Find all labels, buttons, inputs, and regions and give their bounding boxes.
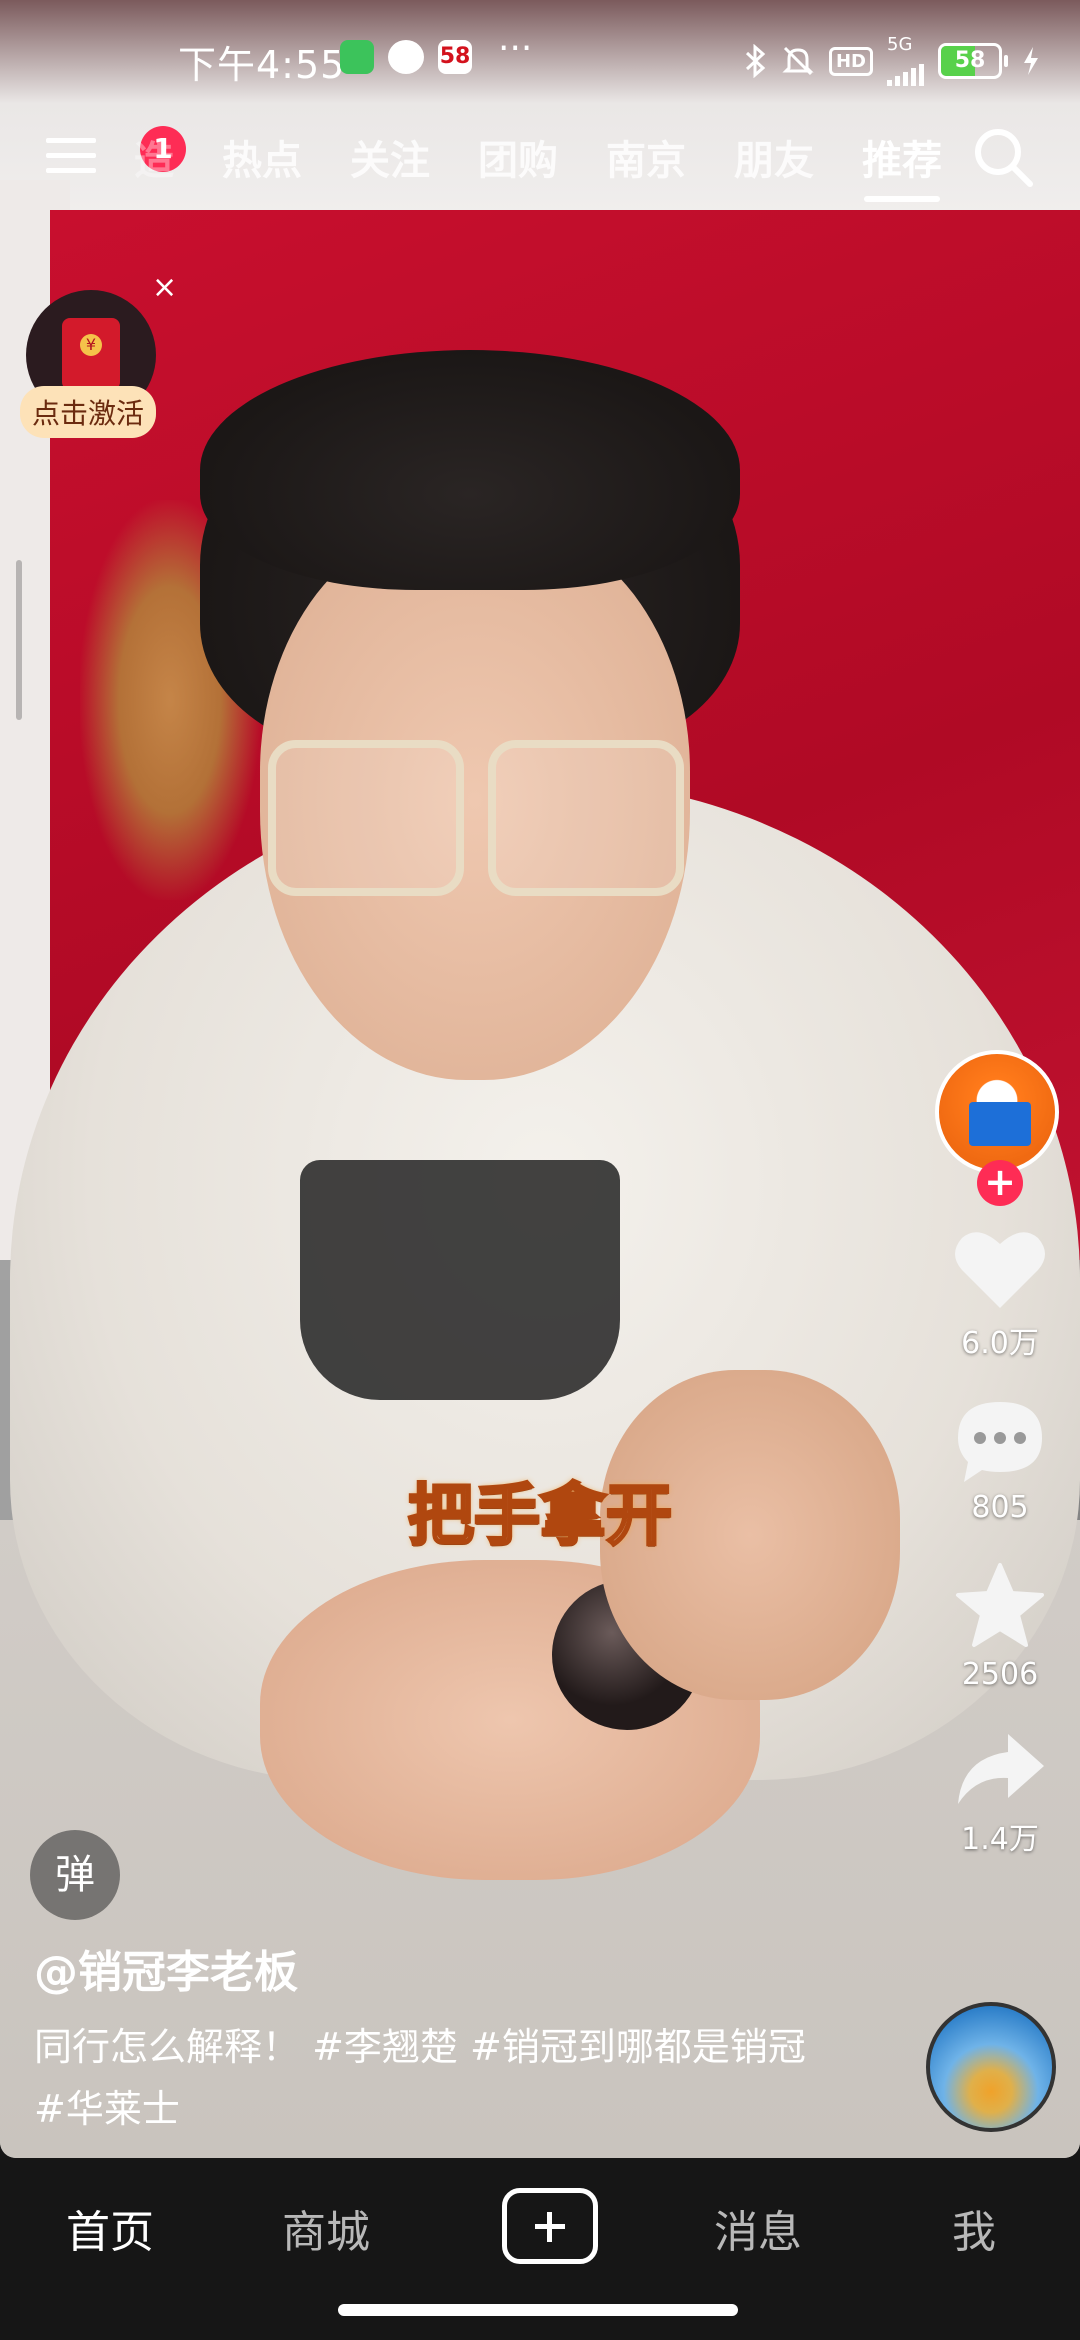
- comment-icon: [958, 1402, 1042, 1482]
- top-nav: 1 造 热点 关注 团购 南京 朋友 推荐: [0, 110, 1080, 220]
- search-icon[interactable]: [970, 124, 1036, 190]
- battery-percent: 58: [954, 48, 986, 73]
- feed-tabs: 造 热点 关注 团购 南京 朋友 推荐: [130, 120, 946, 202]
- share-button[interactable]: 1.4万: [930, 1728, 1070, 1858]
- star-icon: [956, 1563, 1044, 1647]
- mute-bell-icon: [782, 46, 814, 76]
- hd-voice-icon: HD: [828, 46, 873, 76]
- favorite-count: 2506: [961, 1657, 1039, 1692]
- music-disc-icon[interactable]: [926, 2002, 1056, 2132]
- favorite-button[interactable]: 2506: [930, 1561, 1070, 1692]
- like-count: 6.0万: [961, 1326, 1039, 1361]
- video-description[interactable]: 同行怎么解释！ #李翘楚 #销冠到哪都是销冠 #华莱士: [34, 2016, 824, 2140]
- status-time: 下午4:55: [178, 43, 346, 87]
- red-envelope-icon: [62, 318, 120, 390]
- author-avatar-group[interactable]: +: [935, 1050, 1065, 1206]
- red-packet-activate-label[interactable]: 点击激活: [20, 386, 157, 438]
- status-bar: 下午4:55 58 ··· HD 5G 58: [0, 0, 1080, 120]
- heart-icon: [955, 1232, 1045, 1308]
- like-button[interactable]: 6.0万: [930, 1226, 1070, 1362]
- danmu-toggle-button[interactable]: 弹: [30, 1830, 120, 1920]
- status-right-icons: HD 5G 58: [745, 36, 1040, 86]
- video-shirt-graphic: [300, 1160, 620, 1400]
- tab-messages[interactable]: 消息: [714, 2196, 802, 2260]
- close-icon[interactable]: ×: [152, 270, 177, 305]
- avatar-book-graphic: [969, 1102, 1031, 1146]
- create-post-button[interactable]: [502, 2188, 598, 2264]
- video-subtitle: 把手拿开: [407, 1476, 674, 1556]
- 58-app-icon: 58: [438, 40, 472, 74]
- cellular-indicator: 5G: [887, 36, 924, 86]
- tab-hot[interactable]: 热点: [218, 120, 306, 194]
- bluetooth-icon: [745, 44, 766, 78]
- tab-home[interactable]: 首页: [66, 2196, 154, 2260]
- comment-button[interactable]: 805: [930, 1398, 1070, 1525]
- follow-button[interactable]: +: [977, 1160, 1023, 1206]
- more-notifications-icon: ···: [498, 28, 533, 69]
- video-glasses-left: [268, 740, 464, 896]
- tab-partial-hidden[interactable]: 造: [130, 120, 178, 194]
- comment-count: 805: [971, 1490, 1029, 1525]
- home-indicator[interactable]: [338, 2304, 738, 2316]
- network-type: 5G: [887, 34, 913, 55]
- tab-following[interactable]: 关注: [346, 120, 434, 194]
- tab-me[interactable]: 我: [952, 2196, 996, 2260]
- video-person-hair-top: [200, 350, 740, 590]
- author-name[interactable]: @销冠李老板: [34, 1936, 298, 2000]
- battery-icon: 58: [938, 43, 1008, 79]
- tab-friends[interactable]: 朋友: [730, 120, 818, 194]
- left-edge-indicator: [16, 560, 22, 720]
- app-screen: 下午4:55 58 ··· HD 5G 58 1 造 热点 关注 团购 南京 朋…: [0, 0, 1080, 2340]
- menu-button[interactable]: 1: [46, 126, 186, 178]
- app-notification-icon: [340, 40, 374, 74]
- share-count: 1.4万: [961, 1822, 1039, 1857]
- tab-recommended[interactable]: 推荐: [858, 120, 946, 202]
- video-glasses-right: [488, 740, 684, 896]
- tab-mall[interactable]: 商城: [282, 2196, 370, 2260]
- share-arrow-icon: [958, 1734, 1044, 1804]
- cloud-app-icon: [388, 40, 424, 74]
- tab-local-city[interactable]: 南京: [602, 120, 690, 194]
- tab-group-buy[interactable]: 团购: [474, 120, 562, 194]
- red-packet-widget[interactable]: × 点击激活: [20, 270, 177, 450]
- signal-bars-icon: [887, 54, 924, 86]
- action-column: + 6.0万 805 2506 1.4万: [930, 1050, 1070, 1858]
- charging-bolt-icon: [1024, 47, 1038, 75]
